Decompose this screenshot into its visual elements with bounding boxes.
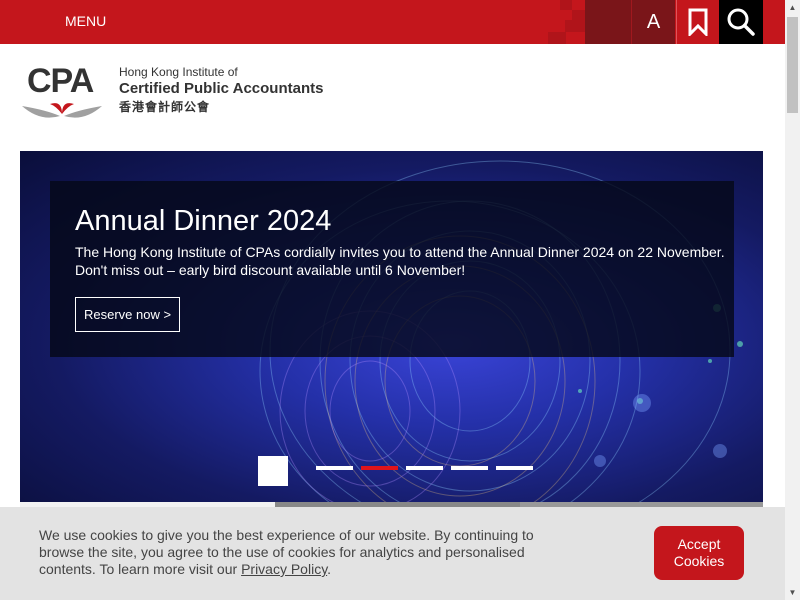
bookmark-button[interactable]: [676, 0, 719, 44]
logo-text: Hong Kong Institute of Certified Public …: [119, 65, 323, 115]
carousel-dot-4[interactable]: [451, 466, 488, 470]
scroll-down-arrow-icon[interactable]: ▼: [785, 585, 800, 600]
decor-pixel: [548, 32, 566, 44]
logo-line-1: Hong Kong Institute of: [119, 65, 238, 79]
hero-title: Annual Dinner 2024: [75, 205, 332, 237]
logo-swoosh-icon: [22, 103, 102, 118]
hero-carousel[interactable]: Annual Dinner 2024 The Hong Kong Institu…: [20, 151, 763, 502]
carousel-dot-3[interactable]: [406, 466, 443, 470]
logo-mark-text: CPA: [27, 62, 94, 100]
decor-pixel: [572, 10, 585, 20]
carousel-dot-1[interactable]: [316, 466, 353, 470]
decor-pixel: [565, 20, 585, 32]
logo-line-2: Certified Public Accountants: [119, 80, 324, 97]
search-button[interactable]: [719, 0, 763, 44]
logo-line-3: 香港會計師公會: [119, 100, 211, 114]
font-size-button[interactable]: A: [631, 0, 675, 44]
cookie-banner: We use cookies to give you the best expe…: [0, 507, 785, 600]
bookmark-icon: [688, 8, 708, 36]
carousel-dot-5[interactable]: [496, 466, 533, 470]
reserve-now-button[interactable]: Reserve now >: [75, 297, 181, 332]
cookie-message: We use cookies to give you the best expe…: [39, 527, 539, 578]
decor-pixel: [560, 0, 572, 10]
scroll-thumb[interactable]: [787, 17, 798, 113]
scroll-up-arrow-icon[interactable]: ▲: [785, 0, 800, 15]
carousel-pause-button[interactable]: [258, 456, 288, 486]
menu-button[interactable]: MENU: [65, 13, 106, 29]
header-decor-block: [585, 0, 631, 44]
hero-description: The Hong Kong Institute of CPAs cordiall…: [75, 244, 725, 278]
carousel-dot-2[interactable]: [361, 466, 398, 470]
hero-caption-panel: Annual Dinner 2024 The Hong Kong Institu…: [50, 181, 734, 357]
search-icon: [727, 8, 755, 36]
privacy-policy-link[interactable]: Privacy Policy: [241, 561, 327, 577]
cookie-message-end: .: [327, 561, 332, 577]
accept-cookies-button[interactable]: Accept Cookies: [654, 526, 744, 580]
cpa-logo-mark: CPA: [20, 62, 104, 126]
site-logo[interactable]: CPA Hong Kong Institute of Certified Pub…: [20, 62, 340, 128]
